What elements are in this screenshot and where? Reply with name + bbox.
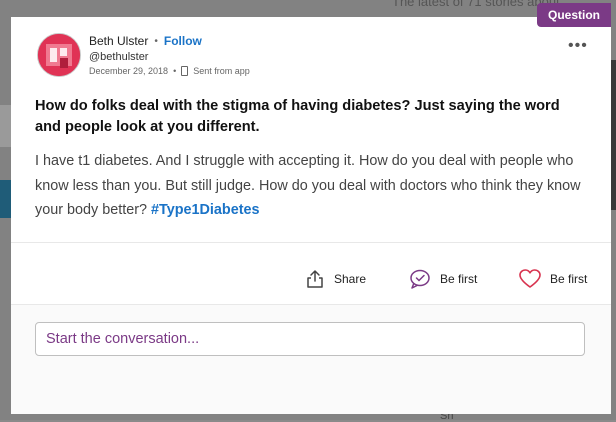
comment-icon [410,269,430,289]
post-title: How do folks deal with the stigma of hav… [35,98,560,135]
comment-label: Be first [440,272,478,286]
more-options-icon[interactable]: ••• [568,37,588,55]
background-teaser-text: The latest of 71 stories about [392,0,560,9]
avatar-image [38,34,80,76]
post-modal: Beth Ulster • Follow @bethulster Decembe… [11,17,611,414]
author-name[interactable]: Beth Ulster [89,34,148,48]
post-source: Sent from app [193,66,250,76]
post-meta: December 29, 2018 • Sent from app [89,66,250,76]
like-label: Be first [550,272,588,286]
share-icon [307,270,323,288]
phone-icon [181,66,189,76]
follow-button[interactable]: Follow [164,34,202,48]
share-button[interactable]: Share [305,269,366,289]
post-date: December 29, 2018 [89,66,169,76]
actions-divider [11,242,611,243]
like-button[interactable]: Be first [519,269,587,289]
author-separator: • [154,35,158,47]
comment-button[interactable]: Be first [409,269,477,289]
heart-icon [519,269,541,288]
share-label: Share [334,272,367,286]
post-body: I have t1 diabetes. And I struggle with … [35,149,595,223]
comment-input[interactable]: Start the conversation... [35,322,585,356]
meta-separator: • [173,66,177,76]
post-type-badge: Question [537,3,611,27]
author-line: Beth Ulster • Follow [89,34,202,48]
hashtag-link[interactable]: #Type1Diabetes [151,202,260,218]
post-body-text: I have t1 diabetes. And I struggle with … [35,153,581,218]
author-handle: @bethulster [89,51,149,63]
avatar[interactable] [37,33,81,77]
